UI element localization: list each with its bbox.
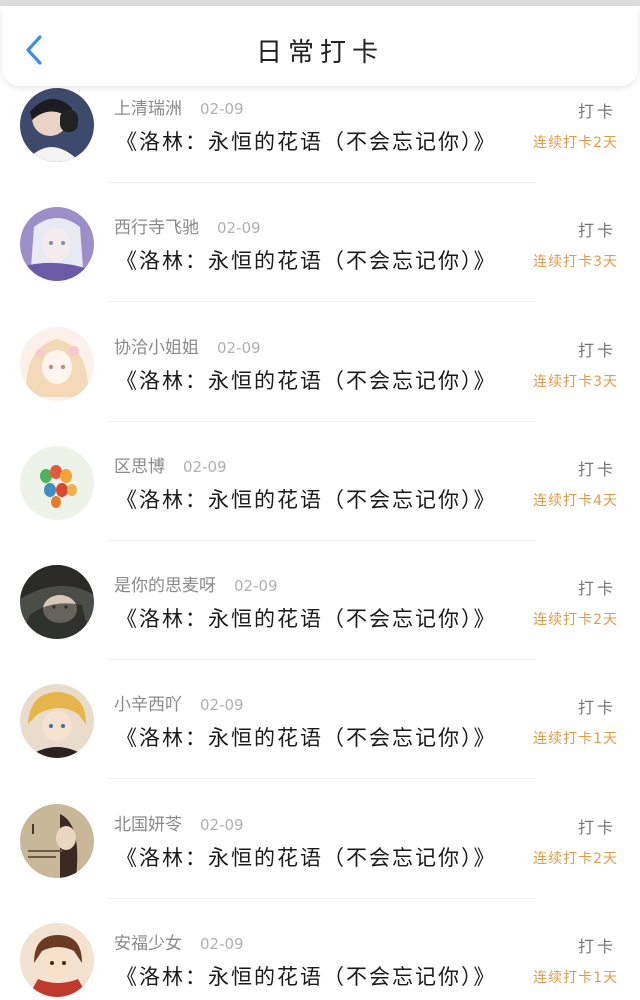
streak-label: 连续打卡3天 <box>533 254 618 271</box>
avatar-image <box>20 923 94 998</box>
avatar-image <box>20 565 94 640</box>
row-divider <box>108 182 536 183</box>
checkin-button[interactable]: 打卡 <box>578 98 616 122</box>
entry-date: 02-09 <box>200 696 244 715</box>
status-strip <box>0 0 640 6</box>
avatar[interactable] <box>20 684 94 759</box>
row-divider <box>108 539 536 541</box>
checkin-button[interactable]: 打卡 <box>578 337 616 361</box>
avatar[interactable] <box>20 803 94 878</box>
list-item: 小辛西吖 02-09 《洛林：永恒的花语（不会忘记你）》 打卡 连续打卡1天 <box>0 682 640 801</box>
list-item: 是你的思麦呀 02-09 《洛林：永恒的花语（不会忘记你）》 打卡 连续打卡2天 <box>0 563 640 682</box>
list-item: 安福少女 02-09 《洛林：永恒的花语（不会忘记你）》 打卡 连续打卡1天 <box>0 921 640 1000</box>
streak-label: 连续打卡4天 <box>533 492 618 509</box>
avatar-image <box>20 803 94 878</box>
checkin-list: 上清瑞洲 02-09 《洛林：永恒的花语（不会忘记你）》 打卡 连续打卡2天 西行… <box>0 86 640 1000</box>
row-divider <box>108 301 536 303</box>
avatar[interactable] <box>20 88 94 162</box>
checkin-button[interactable]: 打卡 <box>578 456 616 480</box>
username[interactable]: 是你的思麦呀 <box>114 576 216 596</box>
entry-meta: 西行寺飞驰 02-09 <box>114 213 261 238</box>
song-title[interactable]: 《洛林：永恒的花语（不会忘记你）》 <box>116 722 497 752</box>
avatar-image <box>20 445 94 520</box>
row-divider <box>108 778 536 780</box>
entry-meta: 协洽小姐姐 02-09 <box>114 333 261 358</box>
username[interactable]: 区思博 <box>114 457 165 477</box>
list-item: 上清瑞洲 02-09 《洛林：永恒的花语（不会忘记你）》 打卡 连续打卡2天 <box>0 86 640 205</box>
song-title[interactable]: 《洛林：永恒的花语（不会忘记你）》 <box>116 961 497 991</box>
checkin-button[interactable]: 打卡 <box>578 575 616 599</box>
song-title[interactable]: 《洛林：永恒的花语（不会忘记你）》 <box>116 484 497 514</box>
avatar[interactable] <box>20 445 94 520</box>
entry-date: 02-09 <box>200 935 244 954</box>
username[interactable]: 上清瑞洲 <box>114 99 182 119</box>
list-item: 协洽小姐姐 02-09 《洛林：永恒的花语（不会忘记你）》 打卡 连续打卡3天 <box>0 325 640 444</box>
entry-meta: 上清瑞洲 02-09 <box>114 94 244 119</box>
entry-date: 02-09 <box>234 577 278 596</box>
username[interactable]: 北国妍苓 <box>114 815 182 835</box>
username[interactable]: 西行寺飞驰 <box>114 218 199 238</box>
username[interactable]: 安福少女 <box>114 934 182 954</box>
checkin-button[interactable]: 打卡 <box>578 217 616 241</box>
avatar-image <box>20 684 94 759</box>
song-title[interactable]: 《洛林：永恒的花语（不会忘记你）》 <box>116 245 497 275</box>
entry-meta: 北国妍苓 02-09 <box>114 810 244 835</box>
streak-label: 连续打卡1天 <box>533 731 618 748</box>
entry-meta: 小辛西吖 02-09 <box>114 690 244 715</box>
entry-meta: 安福少女 02-09 <box>114 929 244 954</box>
list-item: 区思博 02-09 《洛林：永恒的花语（不会忘记你）》 打卡 连续打卡4天 <box>0 444 640 563</box>
streak-label: 连续打卡3天 <box>533 373 618 390</box>
page-title: 日常打卡 <box>255 38 384 68</box>
streak-label: 连续打卡2天 <box>533 135 618 151</box>
list-item: 北国妍苓 02-09 《洛林：永恒的花语（不会忘记你）》 打卡 连续打卡2天 <box>0 802 640 921</box>
avatar-image <box>20 88 94 162</box>
streak-label: 连续打卡2天 <box>533 850 618 867</box>
song-title[interactable]: 《洛林：永恒的花语（不会忘记你）》 <box>116 842 497 872</box>
row-divider <box>108 420 536 422</box>
top-bar: 日常打卡 <box>2 8 638 86</box>
streak-label: 连续打卡1天 <box>533 970 618 987</box>
username[interactable]: 协洽小姐姐 <box>114 338 199 358</box>
avatar[interactable] <box>20 207 94 282</box>
entry-date: 02-09 <box>183 457 227 476</box>
entry-meta: 是你的思麦呀 02-09 <box>114 571 278 596</box>
avatar-image <box>20 326 94 401</box>
username[interactable]: 小辛西吖 <box>114 695 182 715</box>
avatar[interactable] <box>20 326 94 401</box>
song-title[interactable]: 《洛林：永恒的花语（不会忘记你）》 <box>116 126 497 156</box>
checkin-button[interactable]: 打卡 <box>578 694 616 718</box>
entry-date: 02-09 <box>200 100 244 118</box>
checkin-button[interactable]: 打卡 <box>578 933 616 957</box>
entry-date: 02-09 <box>217 338 261 357</box>
avatar[interactable] <box>20 565 94 640</box>
streak-label: 连续打卡2天 <box>533 612 618 629</box>
row-divider <box>108 659 536 661</box>
list-item: 西行寺飞驰 02-09 《洛林：永恒的花语（不会忘记你）》 打卡 连续打卡3天 <box>0 205 640 324</box>
entry-meta: 区思博 02-09 <box>114 452 227 477</box>
avatar-image <box>20 207 94 282</box>
avatar[interactable] <box>20 923 94 998</box>
row-divider <box>108 897 536 899</box>
song-title[interactable]: 《洛林：永恒的花语（不会忘记你）》 <box>116 365 497 395</box>
entry-date: 02-09 <box>217 219 261 238</box>
song-title[interactable]: 《洛林：永恒的花语（不会忘记你）》 <box>116 603 497 633</box>
entry-date: 02-09 <box>200 815 244 834</box>
checkin-button[interactable]: 打卡 <box>578 814 616 838</box>
